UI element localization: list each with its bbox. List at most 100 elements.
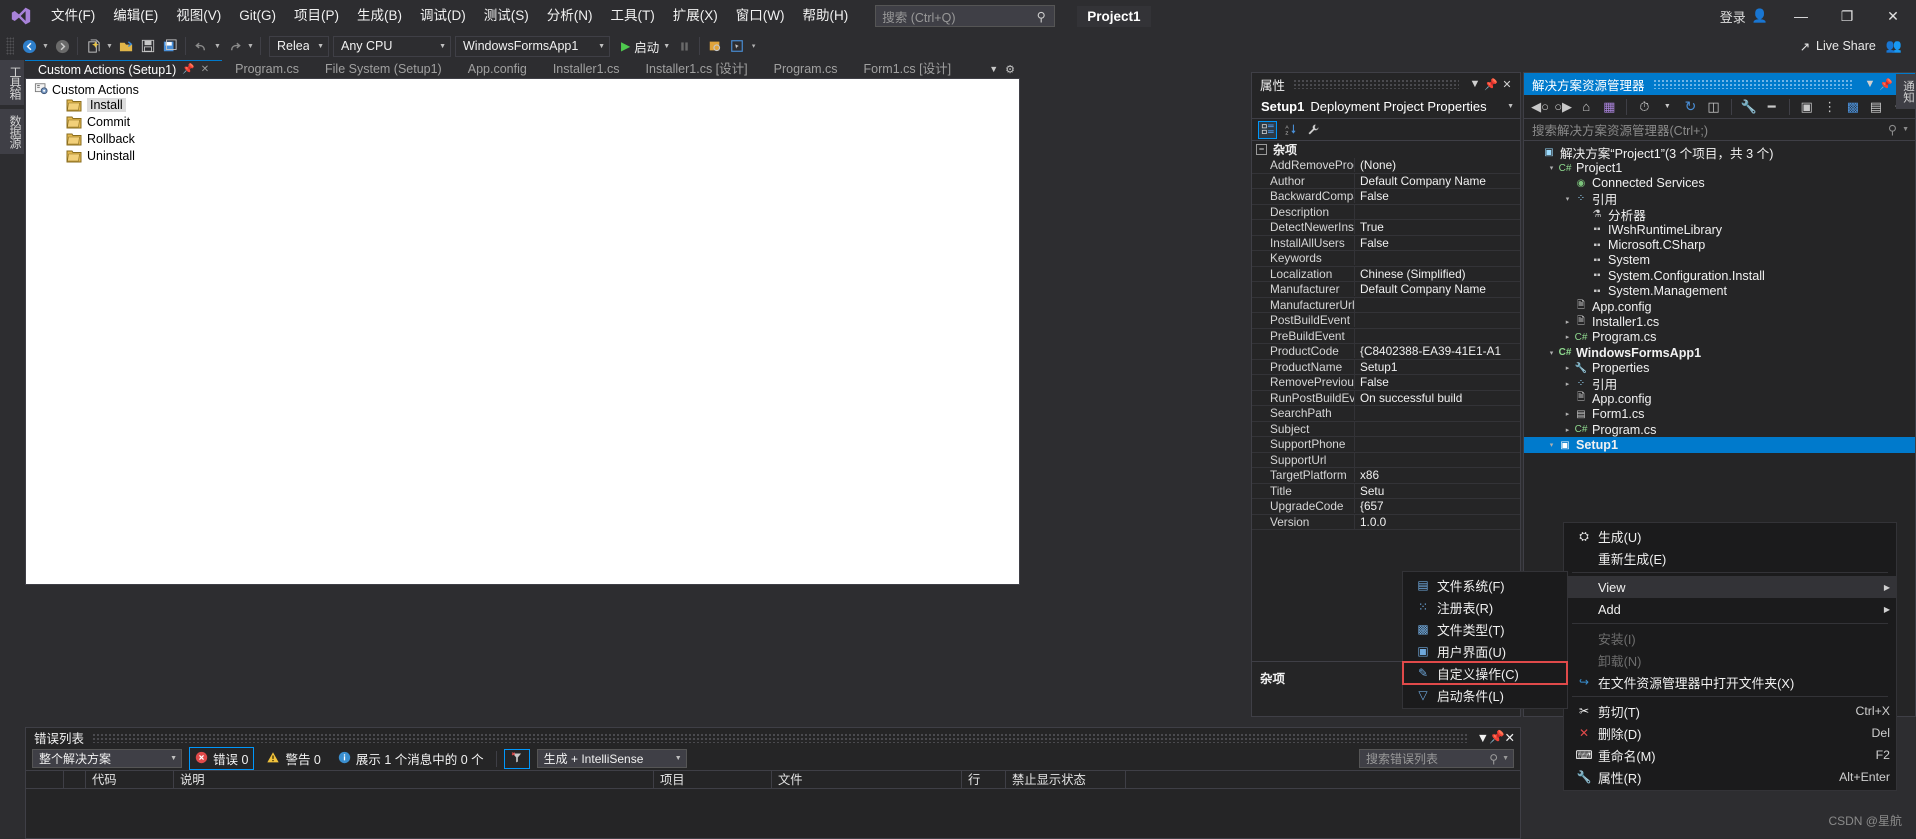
menu-debug[interactable]: 调试(D) [411,0,475,32]
preview-icon[interactable]: ━ [1762,97,1782,117]
property-value[interactable]: Setup1 [1355,360,1520,374]
custom-actions-designer[interactable]: Custom Actions Install Commit Rollback U… [25,78,1020,585]
property-row[interactable]: TargetPlatform x86 [1252,468,1520,484]
panel-drag-dots[interactable] [1293,79,1459,89]
new-project-icon[interactable] [82,35,104,57]
property-row[interactable]: SupportUrl [1252,452,1520,468]
file-system-editor-icon[interactable]: ▣ [1797,97,1817,117]
property-value[interactable]: {C8402388-EA39-41E1-A1 [1355,344,1520,358]
chevron-right-icon[interactable]: ▸ [1562,426,1573,434]
context-menu-item[interactable]: View ▶ [1564,576,1896,598]
registry-editor-icon[interactable]: ⋮ [1820,97,1840,117]
solution-explorer-tree[interactable]: ▣ 解决方案“Project1”(3 个项目，共 3 个) ▾ C# Project1 ◉… [1524,141,1915,453]
clear-filter-button[interactable] [503,748,530,769]
refresh-icon[interactable]: ↻ [1680,97,1700,117]
context-menu-item[interactable]: 重新生成(E) [1564,547,1896,569]
column-line[interactable]: 行 [962,770,1006,789]
tree-item--project1-3-3-[interactable]: ▣ 解决方案“Project1”(3 个项目，共 3 个) [1524,145,1915,161]
open-file-icon[interactable] [115,35,137,57]
tree-item-connected-services[interactable]: ◉ Connected Services [1524,176,1915,191]
tree-item-system[interactable]: ▪▪ System [1524,253,1915,268]
navigate-backward-dropdown-icon[interactable]: ▼ [40,35,51,57]
maximize-button[interactable]: ❐ [1824,0,1870,32]
custom-action-node-rollback[interactable]: Rollback [26,130,1019,147]
platform-combobox[interactable]: Any CPU ▼ [333,35,451,57]
property-value[interactable]: False [1355,375,1520,389]
view-submenu-item[interactable]: ▽ 启动条件(L) [1403,684,1567,706]
property-row[interactable]: InstallAllUsers False [1252,235,1520,251]
chevron-down-icon[interactable]: ▾ [1562,195,1573,203]
column-selector[interactable] [26,770,64,789]
tree-item-iwshruntimelibrary[interactable]: ▪▪ IWshRuntimeLibrary [1524,222,1915,237]
property-row[interactable]: Keywords [1252,251,1520,267]
menu-analyze[interactable]: 分析(N) [538,0,602,32]
column-project[interactable]: 项目 [654,770,772,789]
property-row[interactable]: Description [1252,204,1520,220]
toolbar-overflow-icon[interactable]: ▾ [748,35,759,57]
panel-drag-dots[interactable] [1652,79,1854,89]
property-row[interactable]: AddRemoveProg (None) [1252,158,1520,174]
pin-icon[interactable]: 📌 [1483,78,1499,91]
search-icon[interactable]: ⚲ [1489,752,1498,766]
undo-dropdown-icon[interactable]: ▼ [212,35,223,57]
tree-item-installer1.cs[interactable]: ▸ 🗎 Installer1.cs [1524,314,1915,329]
property-value[interactable]: {657 [1355,499,1520,513]
property-value[interactable]: Default Company Name [1355,174,1520,188]
tree-item-program.cs[interactable]: ▸ C# Program.cs [1524,422,1915,437]
menu-window[interactable]: 窗口(W) [727,0,794,32]
view-submenu[interactable]: ▤ 文件系统(F) ⁙ 注册表(R) ▩ 文件类型(T) ▣ 用户界面(U) ✎ 自定义操作(C)… [1402,571,1568,709]
tree-item-properties[interactable]: ▸ 🔧 Properties [1524,360,1915,375]
live-share-button[interactable]: ↗ Live Share [1800,39,1876,54]
select-element-icon[interactable] [726,35,748,57]
tree-item-system.configuration.install[interactable]: ▪▪ System.Configuration.Install [1524,268,1915,283]
property-row[interactable]: Title Setu [1252,483,1520,499]
tree-item-project1[interactable]: ▾ C# Project1 [1524,160,1915,175]
build-intellisense-combobox[interactable]: 生成 + IntelliSense ▼ [536,749,687,768]
errors-filter-button[interactable]: 错误 0 [189,747,255,770]
property-value[interactable]: False [1355,236,1520,250]
user-interface-editor-icon[interactable]: ▤ [1866,97,1886,117]
close-window-button[interactable]: ✕ [1870,0,1916,32]
property-row[interactable]: BackwardCompа False [1252,189,1520,205]
sidebar-item-notifications[interactable]: 通知 [1896,74,1916,109]
hot-reload-icon[interactable] [704,35,726,57]
property-value[interactable]: On successful build [1355,391,1520,405]
close-icon[interactable]: ✕ [1499,78,1515,91]
column-code[interactable]: 代码 [86,770,174,789]
sign-in-button[interactable]: 登录 👤 [1710,7,1778,26]
redo-dropdown-icon[interactable]: ▼ [245,35,256,57]
chevron-down-icon[interactable]: ▼ [1467,78,1483,90]
home-icon[interactable]: ⌂ [1576,97,1596,117]
context-menu-item[interactable]: ✂ 剪切(T) Ctrl+X [1564,700,1896,722]
save-all-icon[interactable] [159,35,181,57]
alphabetical-view-button[interactable]: AZ [1281,121,1300,139]
file-types-editor-icon[interactable]: ▩ [1843,97,1863,117]
warnings-filter-button[interactable]: 警告 0 [261,748,325,769]
start-debug-button[interactable]: ▶ 启动 ▼ [618,37,673,56]
tab-installer1-cs-design[interactable]: Installer1.cs [设计] [633,60,761,78]
tab-program-cs-2[interactable]: Program.cs [761,60,851,78]
pin-icon[interactable]: 📌 [1878,78,1894,91]
menu-tools[interactable]: 工具(T) [602,0,664,32]
tree-item-app.config[interactable]: 🗎 App.config [1524,391,1915,406]
menu-help[interactable]: 帮助(H) [793,0,857,32]
toolbar-grip[interactable] [6,37,14,55]
property-row[interactable]: RemovePrevious False [1252,375,1520,391]
tree-item-form1.cs[interactable]: ▸ ▤ Form1.cs [1524,407,1915,422]
gear-icon[interactable]: ⚙ [1005,63,1015,76]
property-value[interactable]: False [1355,189,1520,203]
chevron-right-icon[interactable]: ▸ [1562,364,1573,372]
chevron-down-icon[interactable]: ▼ [1498,755,1509,762]
tree-item-program.cs[interactable]: ▸ C# Program.cs [1524,330,1915,345]
property-value[interactable]: 1.0.0 [1355,515,1520,529]
menu-extensions[interactable]: 扩展(X) [664,0,727,32]
tab-file-system-setup1[interactable]: File System (Setup1) [312,60,455,78]
tree-item--[interactable]: ▸ ⁘ 引用 [1524,376,1915,392]
close-icon[interactable]: ✕ [1505,730,1515,745]
collapse-icon[interactable]: − [1256,144,1267,155]
menu-build[interactable]: 生成(B) [348,0,411,32]
startup-project-combobox[interactable]: WindowsFormsApp1 ▼ [455,35,610,57]
property-value[interactable]: True [1355,220,1520,234]
chevron-down-icon[interactable]: ▼ [1657,97,1677,117]
chevron-down-icon[interactable]: ▾ [1546,164,1557,172]
